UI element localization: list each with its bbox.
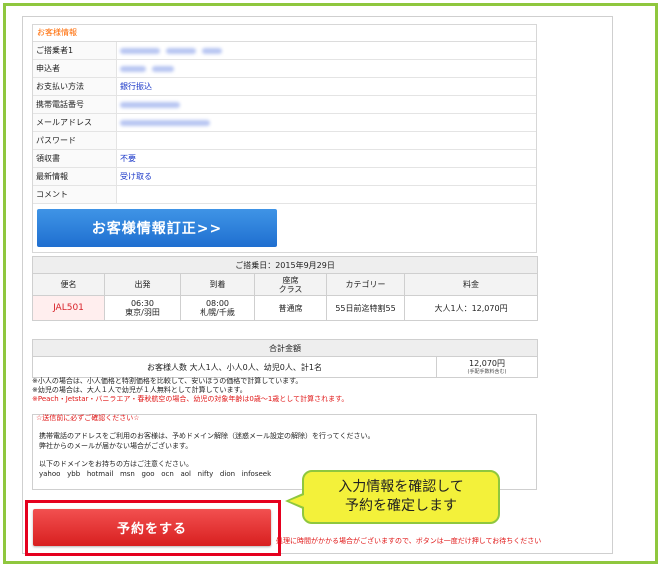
arrival-cell: 08:00 札幌/千歳 bbox=[180, 295, 255, 321]
customer-info-value bbox=[117, 96, 536, 113]
fare-notes: ※小人の場合は、小人価格と特割価格を比較して、安いほうの価格で計算しています。 … bbox=[32, 377, 592, 404]
confirm-line-mail-warning: 弊社からのメールが届かない場合がございます。 bbox=[39, 441, 193, 450]
customer-info-value bbox=[117, 60, 536, 77]
col-arrival: 到着 bbox=[180, 273, 255, 296]
flight-number: JAL501 bbox=[32, 295, 105, 321]
total-table: 合計金額 お客様人数 大人1人、小人0人、幼児0人、計1名 12,070円 (手… bbox=[32, 339, 538, 378]
customer-info-value bbox=[117, 114, 536, 131]
redacted-text bbox=[120, 102, 180, 108]
total-caption: 合計金額 bbox=[32, 339, 538, 357]
customer-info-value bbox=[117, 186, 536, 203]
col-departure: 出発 bbox=[104, 273, 181, 296]
callout-line2: 予約を確定します bbox=[345, 498, 457, 514]
edit-customer-info-button[interactable]: お客様情報訂正>> bbox=[37, 209, 277, 247]
total-amount: 12,070円 bbox=[469, 359, 505, 368]
customer-info-panel: お客様情報 ご搭乗者1 申込者 お支払い方法 銀行振込 携帯電話番号 メールアドレス パスワ… bbox=[32, 24, 537, 253]
col-seat-class: 座席 クラス bbox=[254, 273, 327, 296]
col-category: カテゴリー bbox=[326, 273, 405, 296]
arrival-place: 札幌/千歳 bbox=[200, 308, 235, 317]
customer-info-label: 携帯電話番号 bbox=[33, 96, 117, 113]
reserve-button[interactable]: 予約をする bbox=[33, 509, 271, 546]
customer-info-label: メールアドレス bbox=[33, 114, 117, 131]
customer-info-row: 申込者 bbox=[33, 60, 536, 78]
fare-category: 55日前迄特割55 bbox=[326, 295, 405, 321]
customer-info-label: ご搭乗者1 bbox=[33, 42, 117, 59]
customer-info-row: ご搭乗者1 bbox=[33, 42, 536, 60]
callout-bubble: 入力情報を確認して 予約を確定します bbox=[302, 470, 500, 524]
confirm-title: ☆送信前に必ずご確認ください☆ bbox=[36, 414, 140, 422]
customer-info-rows: ご搭乗者1 申込者 お支払い方法 銀行振込 携帯電話番号 メールアドレス パスワード 領収書不… bbox=[33, 42, 536, 204]
customer-info-row: 最新情報 受け取る bbox=[33, 168, 536, 186]
customer-info-label: コメント bbox=[33, 186, 117, 203]
flight-row: JAL501 06:30 東京/羽田 08:00 札幌/千歳 普通席 55日前迄… bbox=[32, 295, 539, 321]
note-lcc-infant: ※Peach・Jetstar・バニラエア・春秋航空の場合、幼児の対象年齢は0歳～… bbox=[32, 395, 349, 403]
seat-class: 普通席 bbox=[254, 295, 327, 321]
redacted-text bbox=[120, 66, 146, 72]
customer-info-value: 不要 bbox=[120, 154, 136, 163]
departure-place: 東京/羽田 bbox=[125, 308, 160, 317]
redacted-text bbox=[120, 48, 160, 54]
customer-info-row: 携帯電話番号 bbox=[33, 96, 536, 114]
customer-info-row: コメント bbox=[33, 186, 536, 204]
arrival-time: 08:00 bbox=[205, 299, 230, 308]
customer-info-row: メールアドレス bbox=[33, 114, 536, 132]
redacted-text bbox=[202, 48, 222, 54]
confirm-line-domains-intro: 以下のドメインをお持ちの方はご注意ください。 bbox=[39, 460, 193, 468]
customer-info-row: 領収書 不要 bbox=[33, 150, 536, 168]
customer-info-value bbox=[117, 132, 536, 149]
customer-info-label: 領収書 bbox=[33, 150, 117, 167]
fare-amount: 大人1人：12,070円 bbox=[403, 295, 539, 321]
callout-tail bbox=[289, 495, 304, 507]
redacted-text bbox=[152, 66, 174, 72]
flight-table: ご搭乗日：2015年9月29日 便名 出発 到着 座席 クラス カテゴリー 料金… bbox=[31, 256, 539, 321]
customer-info-row: パスワード bbox=[33, 132, 536, 150]
passenger-summary: お客様人数 大人1人、小人0人、幼児0人、計1名 bbox=[32, 356, 437, 378]
customer-info-title: お客様情報 bbox=[33, 25, 536, 42]
customer-info-label: お支払い方法 bbox=[33, 78, 117, 95]
customer-info-row: お支払い方法 銀行振込 bbox=[33, 78, 536, 96]
redacted-text bbox=[120, 120, 210, 126]
confirm-line-domain-unlock: 携帯電話のアドレスをご利用のお客様は、予めドメイン解除（迷惑メール設定の解除）を… bbox=[39, 432, 375, 440]
redacted-text bbox=[166, 48, 196, 54]
customer-info-label: 最新情報 bbox=[33, 168, 117, 185]
customer-info-value: 銀行振込 bbox=[120, 82, 152, 91]
customer-info-value bbox=[117, 42, 536, 59]
customer-info-label: 申込者 bbox=[33, 60, 117, 77]
note-infant: ※幼児の場合は、大人１人で幼児が１人無料として計算しています。 bbox=[32, 386, 247, 394]
note-child: ※小人の場合は、小人価格と特割価格を比較して、安いほうの価格で計算しています。 bbox=[32, 377, 303, 385]
flight-date-caption: ご搭乗日：2015年9月29日 bbox=[31, 256, 539, 274]
double-click-warning: 処理に時間がかかる場合がございますので、ボタンは一度だけ押してお待ちください bbox=[276, 537, 542, 545]
col-fare: 料金 bbox=[403, 273, 539, 296]
departure-cell: 06:30 東京/羽田 bbox=[104, 295, 181, 321]
customer-info-label: パスワード bbox=[33, 132, 117, 149]
callout-line1: 入力情報を確認して bbox=[338, 479, 464, 495]
departure-time: 06:30 bbox=[130, 299, 155, 308]
customer-info-value: 受け取る bbox=[120, 172, 152, 181]
edit-button-area: お客様情報訂正>> bbox=[33, 204, 536, 252]
total-amount-note: (手配手数料含む) bbox=[467, 369, 507, 375]
total-amount-cell: 12,070円 (手配手数料含む) bbox=[436, 356, 538, 378]
col-flight-no: 便名 bbox=[32, 273, 105, 296]
